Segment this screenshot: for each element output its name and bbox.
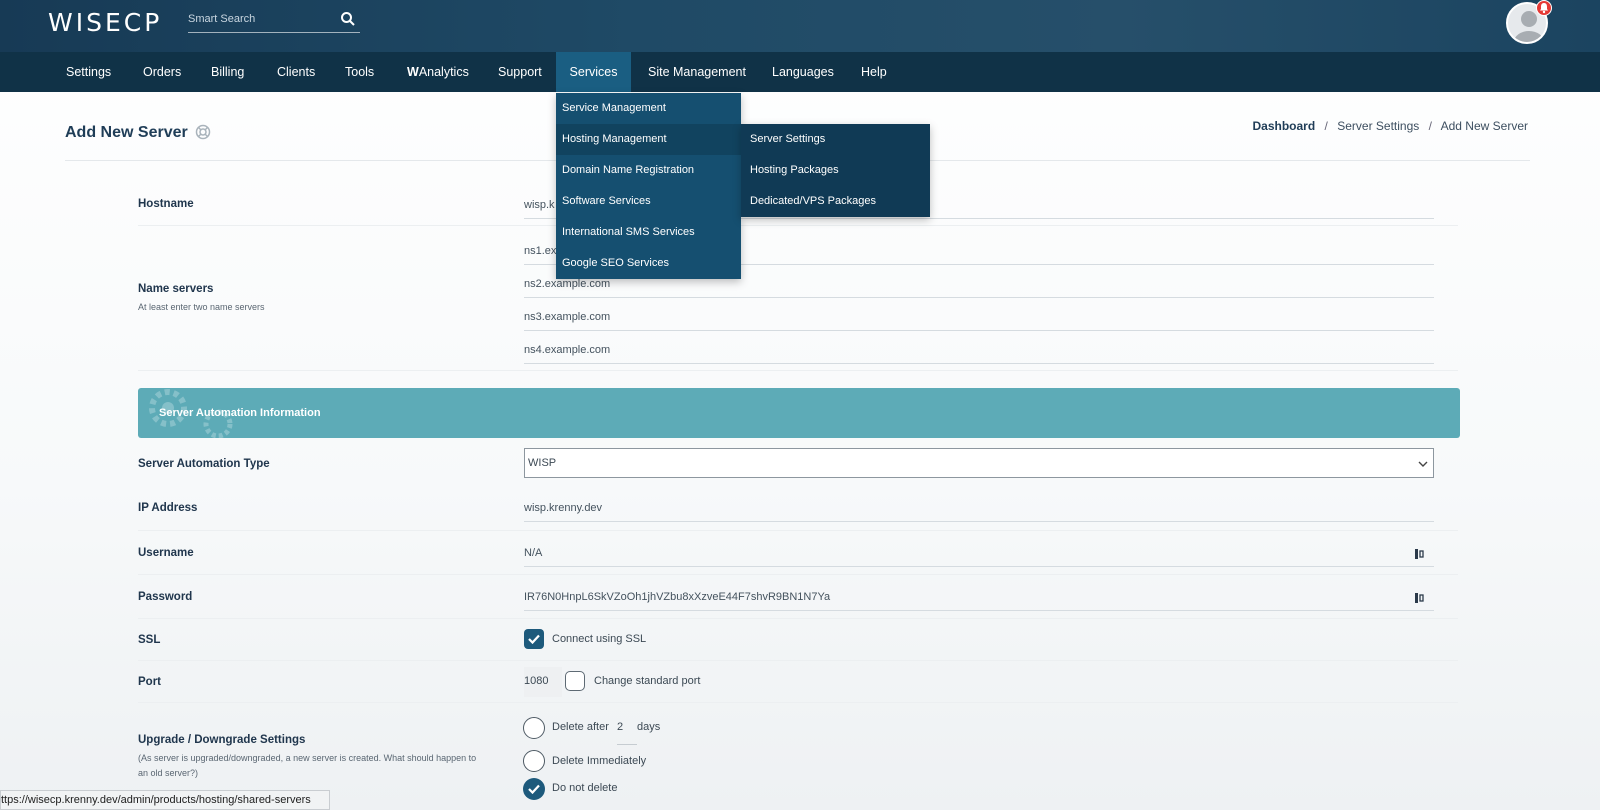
do-not-delete-radio[interactable]: [523, 778, 545, 800]
ip-address-value: wisp.krenny.dev: [524, 502, 603, 514]
port-value: 1080: [524, 675, 549, 687]
search-input[interactable]: [188, 8, 328, 30]
services-dropdown: Service Management Hosting Management Do…: [556, 93, 741, 279]
bell-icon: [1540, 3, 1548, 14]
delete-immediately-label[interactable]: Delete Immediately: [552, 755, 646, 767]
nav-support[interactable]: Support: [488, 52, 552, 92]
menu-software-services[interactable]: Software Services: [556, 186, 741, 217]
nav-tools[interactable]: Tools: [335, 52, 384, 92]
delete-after-days-value: 2: [617, 721, 624, 733]
submenu-hosting-packages[interactable]: Hosting Packages: [741, 155, 930, 186]
main-nav: Settings Orders Billing Clients Tools WA…: [0, 52, 1600, 92]
ip-address-field[interactable]: wisp.krenny.dev: [524, 496, 1434, 522]
row-divider: [138, 225, 1458, 226]
nav-clients[interactable]: Clients: [267, 52, 325, 92]
name-servers-label: Name servers: [138, 283, 214, 295]
nav-site-management[interactable]: Site Management: [638, 52, 756, 92]
ssl-checkbox[interactable]: [524, 629, 544, 649]
password-value: IR76N0HnpL6SkVZoOh1jhVZbu8xXzveE44F7shvR…: [524, 591, 831, 603]
breadcrumb-dashboard[interactable]: Dashboard: [1253, 119, 1316, 133]
copy-icon[interactable]: [1414, 548, 1426, 560]
nav-services[interactable]: Services: [556, 52, 631, 92]
menu-hosting-management[interactable]: Hosting Management: [556, 124, 741, 155]
row-divider: [138, 660, 1458, 661]
row-divider: [138, 702, 1458, 703]
ns1-value: ns1.ex: [524, 245, 557, 257]
ns3-field[interactable]: ns3.example.com: [524, 305, 1434, 331]
password-label: Password: [138, 591, 193, 603]
server-automation-section: Server Automation Information: [138, 388, 1460, 438]
row-divider: [138, 370, 1458, 371]
breadcrumb-server-settings[interactable]: Server Settings: [1337, 119, 1419, 133]
hostname-value: wisp.k: [524, 199, 555, 211]
section-title: Server Automation Information: [159, 407, 321, 419]
checkmark-icon: [528, 784, 540, 795]
ns4-value: ns4.example.com: [524, 344, 611, 356]
hosting-submenu: Server Settings Hosting Packages Dedicat…: [741, 124, 930, 217]
search-icon[interactable]: [340, 11, 356, 27]
ip-address-label: IP Address: [138, 502, 198, 514]
nav-billing[interactable]: Billing: [201, 52, 254, 92]
username-value: N/A: [524, 547, 543, 559]
breadcrumb-separator: /: [1428, 119, 1432, 133]
nav-help[interactable]: Help: [851, 52, 897, 92]
change-port-checkbox[interactable]: [565, 671, 585, 691]
delete-after-label[interactable]: Delete after: [552, 721, 609, 733]
row-divider: [138, 618, 1458, 619]
page-title: Add New Server: [65, 124, 188, 141]
days-label: days: [637, 721, 661, 733]
nav-languages[interactable]: Languages: [762, 52, 844, 92]
wisecp-logo[interactable]: WISECP: [48, 8, 162, 37]
port-label: Port: [138, 676, 161, 688]
submenu-dedicated-vps-packages[interactable]: Dedicated/VPS Packages: [741, 186, 930, 217]
ns2-value: ns2.example.com: [524, 278, 611, 290]
nav-wanalytics[interactable]: WAnalytics: [397, 52, 479, 92]
menu-google-seo-services[interactable]: Google SEO Services: [556, 248, 741, 279]
password-field[interactable]: IR76N0HnpL6SkVZoOh1jhVZbu8xXzveE44F7shvR…: [524, 585, 1434, 611]
upgrade-hint: (As server is upgraded/downgraded, a new…: [138, 753, 477, 778]
automation-type-label: Server Automation Type: [138, 458, 270, 470]
do-not-delete-label[interactable]: Do not delete: [552, 782, 617, 794]
upgrade-label: Upgrade / Downgrade Settings: [138, 734, 306, 746]
ssl-option-label[interactable]: Connect using SSL: [552, 633, 646, 645]
name-servers-hint: At least enter two name servers: [138, 302, 265, 312]
delete-after-days-input[interactable]: 2: [617, 719, 637, 745]
row-divider: [138, 530, 1458, 531]
menu-domain-name-registration[interactable]: Domain Name Registration: [556, 155, 741, 186]
delete-after-radio[interactable]: [523, 717, 545, 739]
nav-orders[interactable]: Orders: [133, 52, 191, 92]
breadcrumb: Dashboard / Server Settings / Add New Se…: [1253, 119, 1529, 133]
ns4-field[interactable]: ns4.example.com: [524, 338, 1434, 364]
top-bar: WISECP: [0, 0, 1600, 52]
chevron-down-icon: [1418, 461, 1428, 467]
status-bar-url: ttps://wisecp.krenny.dev/admin/products/…: [0, 790, 330, 810]
breadcrumb-separator: /: [1324, 119, 1328, 133]
port-input[interactable]: 1080: [524, 667, 562, 697]
wanalytics-w-letter: W: [407, 65, 419, 79]
nav-settings[interactable]: Settings: [56, 52, 121, 92]
row-divider: [138, 574, 1458, 575]
username-label: Username: [138, 547, 194, 559]
ns3-value: ns3.example.com: [524, 311, 611, 323]
change-port-label[interactable]: Change standard port: [594, 675, 700, 687]
smart-search[interactable]: [188, 8, 360, 33]
automation-type-select[interactable]: WISP: [524, 448, 1434, 478]
ssl-label: SSL: [138, 634, 161, 646]
breadcrumb-current: Add New Server: [1440, 119, 1528, 133]
delete-immediately-radio[interactable]: [523, 750, 545, 772]
checkmark-icon: [528, 634, 540, 645]
menu-international-sms-services[interactable]: International SMS Services: [556, 217, 741, 248]
menu-service-management[interactable]: Service Management: [556, 93, 741, 124]
automation-type-value: WISP: [528, 457, 557, 469]
submenu-server-settings[interactable]: Server Settings: [741, 124, 930, 155]
copy-icon[interactable]: [1414, 592, 1426, 604]
hostname-label: Hostname: [138, 198, 194, 210]
lifebuoy-icon[interactable]: [195, 124, 211, 140]
username-field[interactable]: N/A: [524, 541, 1434, 567]
notification-badge[interactable]: [1536, 0, 1552, 16]
